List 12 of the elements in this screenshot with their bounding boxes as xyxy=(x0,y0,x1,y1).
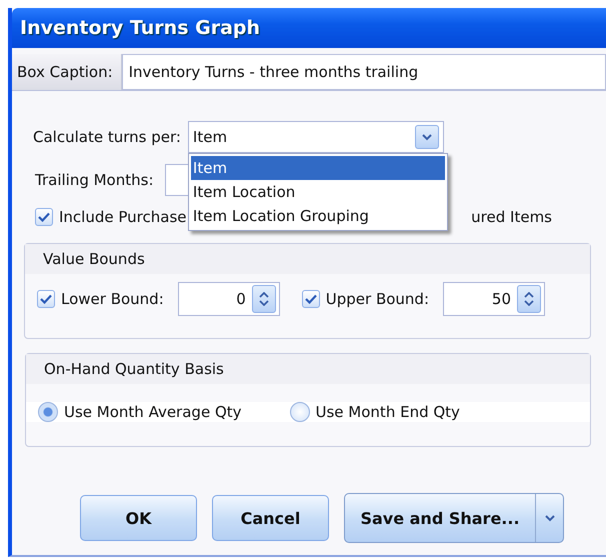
group-title: Value Bounds xyxy=(43,250,145,268)
bound-label: Lower Bound: xyxy=(61,290,164,308)
radio-label: Use Month Average Qty xyxy=(64,403,242,421)
radio-label: Use Month End Qty xyxy=(316,403,460,421)
bound-label: Upper Bound: xyxy=(326,290,430,308)
caption-label: Box Caption: xyxy=(12,54,122,90)
field-label: Calculate turns per: xyxy=(33,128,181,146)
checkbox-label: ured Items xyxy=(471,208,552,226)
window-title: Inventory Turns Graph xyxy=(20,17,260,39)
checkbox-label: Include Purchase xyxy=(59,208,186,226)
field-label: Trailing Months: xyxy=(35,171,154,189)
group-title: On-Hand Quantity Basis xyxy=(44,360,224,378)
